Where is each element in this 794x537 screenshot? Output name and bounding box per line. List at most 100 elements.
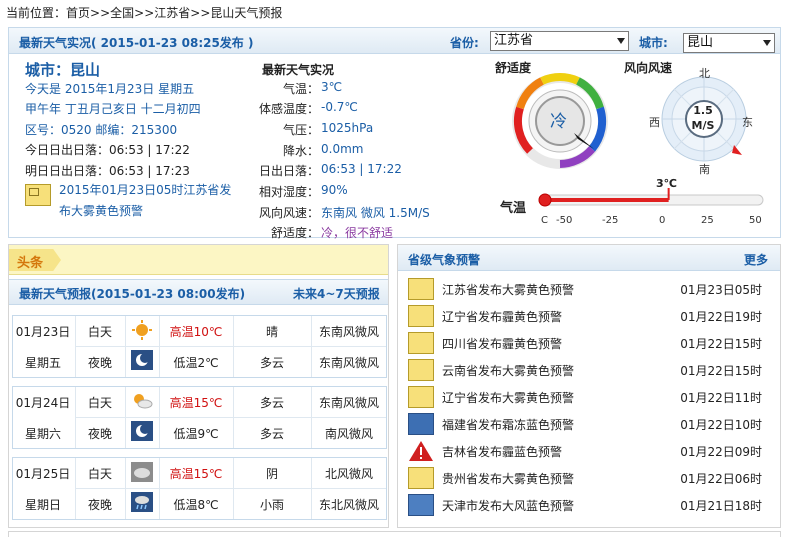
forecast-weather: 多云 (259, 356, 284, 370)
temp-bar-fill (545, 198, 669, 202)
alerts-header: 省级气象预警 更多 (398, 245, 780, 271)
alerts-title: 省级气象预警 (408, 253, 481, 267)
forecast-high-temp: 高温10℃ (169, 325, 223, 339)
live-row-sun: 日出日落： 06:53 | 17:22 (258, 162, 402, 178)
wind-speed-unit: M/S (691, 119, 715, 132)
today-date: 今天是 2015年1月23日 星期五 (25, 82, 195, 96)
temp-tick: 0 (659, 215, 666, 226)
temp-bar-bulb (538, 193, 552, 207)
live-weather-panel: 最新天气实况( 2015-01-23 08:25发布 ) 省份: 江苏省 城市:… (8, 27, 781, 240)
wind-speed-value: 1.5 (693, 104, 713, 117)
lunar-date: 甲午年 丁丑月己亥日 十二月初四 (25, 102, 201, 116)
headline-bar: 头条 (9, 245, 388, 275)
forecast-period: 夜晚 (87, 427, 112, 441)
alert-item[interactable]: 辽宁省发布大雾黄色预警 01月22日11时 (408, 384, 770, 411)
compass-west: 西 (649, 116, 660, 129)
forecast-wind: 北风微风 (324, 467, 373, 481)
city-name: 城市：昆山 (25, 61, 101, 79)
live-data-title: 最新天气实况 (262, 63, 335, 77)
city-select[interactable]: 昆山 (683, 33, 775, 53)
fog-warning-icon (25, 184, 51, 206)
bottom-panel-edge (8, 531, 781, 537)
live-row-wind: 风向风速： 东南风 微风 1.5M/S (258, 206, 430, 220)
live-row-comfort: 舒适度： 冷，很不舒适 (270, 226, 394, 240)
today-sunrise-sunset: 今日日出日落：06:53 | 17:22 (25, 143, 190, 157)
forecast-wind: 南风微风 (324, 427, 373, 441)
compass-east: 东 (742, 116, 753, 129)
alert-item[interactable]: 贵州省发布大雾黄色预警 01月22日06时 (408, 465, 770, 492)
temp-bar-label: 气温 (500, 201, 527, 216)
breadcrumb-province[interactable]: >>江苏省 (134, 6, 190, 20)
live-row-humidity: 相对湿度： 90% (258, 183, 348, 199)
temp-tick: -50 (556, 215, 573, 226)
forecast-more-link[interactable]: 未来4~7天预报 (293, 285, 380, 302)
forecast-low-temp: 低温2℃ (173, 356, 219, 370)
haze-warning-icon (408, 332, 434, 354)
breadcrumb-current: >>昆山天气预报 (190, 6, 283, 20)
alert-item[interactable]: 天津市发布大风蓝色预警 01月21日18时 (408, 492, 770, 519)
alert-item[interactable]: 吉林省发布霾蓝色预警 01月22日09时 (408, 438, 770, 465)
compass-north: 北 (699, 67, 710, 80)
forecast-period: 白天 (87, 396, 112, 410)
temp-tick: 25 (701, 215, 714, 226)
wind-warning-icon (408, 494, 434, 516)
temp-tick: -25 (602, 215, 619, 226)
forecast-weather: 多云 (259, 396, 284, 410)
forecast-day: 01月24日 星期六 白天 高温15℃ 多云 东南风微风 夜晚 低温9℃ 多云 … (12, 386, 387, 449)
moon-icon (131, 421, 153, 441)
chevron-down-icon (763, 40, 771, 46)
forecast-header: 最新天气预报(2015-01-23 08:00发布) 未来4~7天预报 (9, 279, 388, 305)
headline-tag: 头条 (9, 249, 61, 271)
province-select[interactable]: 江苏省 (490, 31, 629, 51)
alert-item[interactable]: 辽宁省发布霾黄色预警 01月22日19时 (408, 303, 770, 330)
forecast-week: 星期日 (24, 498, 61, 512)
forecast-day: 01月23日 星期五 白天 高温10℃ 晴 东南风微风 夜晚 低温2℃ 多云 东… (12, 315, 387, 378)
forecast-date: 01月24日 (15, 396, 71, 410)
forecast-weather: 晴 (265, 325, 278, 339)
forecast-wind: 东南风微风 (318, 325, 379, 339)
chevron-down-icon (617, 38, 625, 44)
forecast-date: 01月23日 (15, 325, 71, 339)
live-weather-title: 最新天气实况( 2015-01-23 08:25发布 ) (19, 36, 254, 50)
forecast-weather: 小雨 (259, 498, 284, 512)
alert-item[interactable]: 四川省发布霾黄色预警 01月22日15时 (408, 330, 770, 357)
forecast-weather: 多云 (259, 427, 284, 441)
fog-warning-icon (408, 278, 434, 300)
forecast-date: 01月25日 (15, 467, 71, 481)
breadcrumb: 当前位置：首页>>全国>>江苏省>>昆山天气预报 (6, 4, 282, 21)
forecast-period: 白天 (87, 467, 112, 481)
forecast-weather: 阴 (265, 467, 278, 481)
breadcrumb-home[interactable]: 首页 (66, 6, 90, 20)
forecast-panel: 头条 最新天气预报(2015-01-23 08:00发布) 未来4~7天预报 0… (8, 244, 389, 528)
forecast-wind: 东北风微风 (318, 498, 379, 512)
forecast-period: 白天 (87, 325, 112, 339)
live-row-precip: 降水： 0.0mm (282, 142, 364, 158)
wind-title: 风向风速 (624, 61, 673, 75)
forecast-day: 01月25日 星期日 白天 高温15℃ 阴 北风微风 夜晚 低温8℃ 小雨 东北… (12, 457, 387, 520)
alerts-more-link[interactable]: 更多 (744, 251, 768, 268)
tomorrow-sunrise-sunset: 明日日出日落：06:53 | 17:23 (25, 164, 190, 178)
forecast-low-temp: 低温9℃ (173, 427, 219, 441)
fog-warning-icon (408, 386, 434, 408)
forecast-week: 星期五 (24, 356, 61, 370)
light-rain-icon (131, 492, 153, 512)
warning-link-line2[interactable]: 布大雾黄色预警 (59, 202, 143, 219)
sunny-icon (131, 320, 153, 340)
fog-warning-icon (408, 359, 434, 381)
alert-item[interactable]: 福建省发布霜冻蓝色预警 01月22日10时 (408, 411, 770, 438)
warning-triangle-icon (408, 440, 434, 462)
warning-link-line1[interactable]: 2015年01月23日05时江苏省发 (59, 181, 231, 198)
forecast-wind: 东南风微风 (318, 396, 379, 410)
forecast-high-temp: 高温15℃ (169, 467, 223, 481)
forecast-wind: 东南风微风 (318, 356, 379, 370)
province-label: 省份: (450, 36, 479, 50)
breadcrumb-national[interactable]: >>全国 (90, 6, 134, 20)
alert-item[interactable]: 江苏省发布大雾黄色预警 01月23日05时 (408, 276, 770, 303)
compass-south: 南 (699, 163, 710, 176)
forecast-low-temp: 低温8℃ (173, 498, 219, 512)
frost-warning-icon (408, 413, 434, 435)
fog-warning-icon (408, 467, 434, 489)
alerts-panel: 省级气象预警 更多 江苏省发布大雾黄色预警 01月23日05时 辽宁省发布霾黄色预… (397, 244, 781, 528)
alert-item[interactable]: 云南省发布大雾黄色预警 01月22日15时 (408, 357, 770, 384)
forecast-high-temp: 高温15℃ (169, 396, 223, 410)
